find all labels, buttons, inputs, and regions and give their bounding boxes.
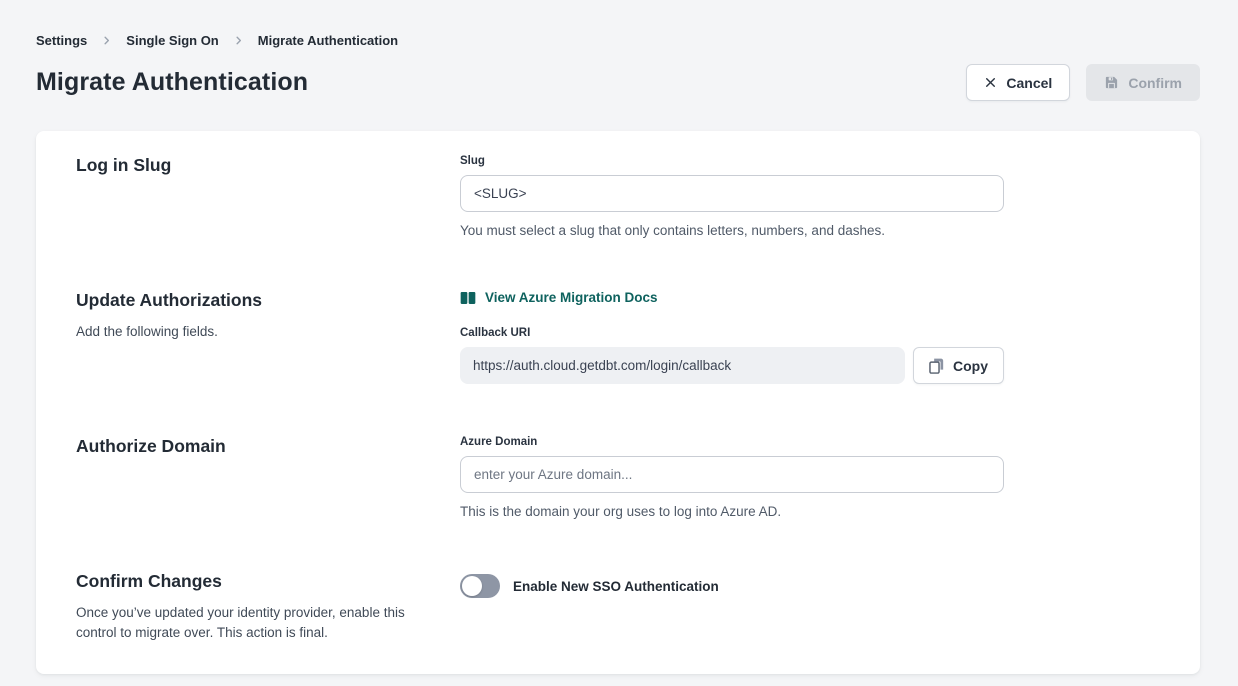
azure-domain-helper-text: This is the domain your org uses to log …: [460, 504, 1004, 519]
azure-domain-field-label: Azure Domain: [460, 436, 1004, 448]
cancel-button-label: Cancel: [1006, 75, 1052, 91]
breadcrumb-migrate-authentication: Migrate Authentication: [258, 33, 398, 48]
header-actions: Cancel Confirm: [966, 64, 1200, 101]
save-icon: [1104, 75, 1119, 90]
cancel-button[interactable]: Cancel: [966, 64, 1070, 101]
section-update-authorizations: Update Authorizations Add the following …: [76, 290, 1160, 384]
copy-button-label: Copy: [953, 358, 988, 374]
chevron-right-icon: [101, 35, 112, 46]
slug-helper-text: You must select a slug that only contain…: [460, 223, 1004, 238]
sso-toggle-row: Enable New SSO Authentication: [460, 574, 1004, 598]
breadcrumb-settings[interactable]: Settings: [36, 33, 87, 48]
azure-migration-docs-link-label: View Azure Migration Docs: [485, 290, 658, 305]
section-authorize-domain: Authorize Domain Azure Domain This is th…: [76, 436, 1160, 519]
close-icon: [984, 76, 997, 89]
callback-uri-row: https://auth.cloud.getdbt.com/login/call…: [460, 347, 1004, 384]
enable-sso-toggle[interactable]: [460, 574, 500, 598]
confirm-changes-description: Once you’ve updated your identity provid…: [76, 603, 414, 644]
callback-uri-value: https://auth.cloud.getdbt.com/login/call…: [460, 347, 905, 384]
breadcrumb-single-sign-on[interactable]: Single Sign On: [126, 33, 218, 48]
login-slug-heading: Log in Slug: [76, 155, 460, 176]
confirm-button-label: Confirm: [1128, 75, 1182, 91]
breadcrumb: Settings Single Sign On Migrate Authenti…: [0, 0, 1238, 48]
confirm-button[interactable]: Confirm: [1086, 64, 1200, 101]
copy-button[interactable]: Copy: [913, 347, 1004, 384]
callback-uri-field-label: Callback URI: [460, 327, 1004, 339]
toggle-knob: [462, 576, 482, 596]
authorize-domain-heading: Authorize Domain: [76, 436, 460, 457]
settings-card: Log in Slug Slug You must select a slug …: [36, 131, 1200, 674]
azure-migration-docs-link[interactable]: View Azure Migration Docs: [460, 290, 658, 305]
azure-domain-input[interactable]: [460, 456, 1004, 493]
update-authorizations-heading: Update Authorizations: [76, 290, 460, 311]
confirm-changes-heading: Confirm Changes: [76, 571, 460, 592]
slug-field-label: Slug: [460, 155, 1004, 167]
copy-icon: [929, 358, 944, 374]
page-header: Migrate Authentication Cancel Confirm: [0, 64, 1238, 101]
chevron-right-icon: [233, 35, 244, 46]
update-authorizations-description: Add the following fields.: [76, 322, 414, 342]
section-confirm-changes: Confirm Changes Once you’ve updated your…: [76, 571, 1160, 644]
book-icon: [460, 291, 476, 305]
page-title: Migrate Authentication: [36, 68, 308, 97]
enable-sso-toggle-label: Enable New SSO Authentication: [513, 579, 719, 594]
section-login-slug: Log in Slug Slug You must select a slug …: [76, 155, 1160, 238]
slug-input[interactable]: [460, 175, 1004, 212]
